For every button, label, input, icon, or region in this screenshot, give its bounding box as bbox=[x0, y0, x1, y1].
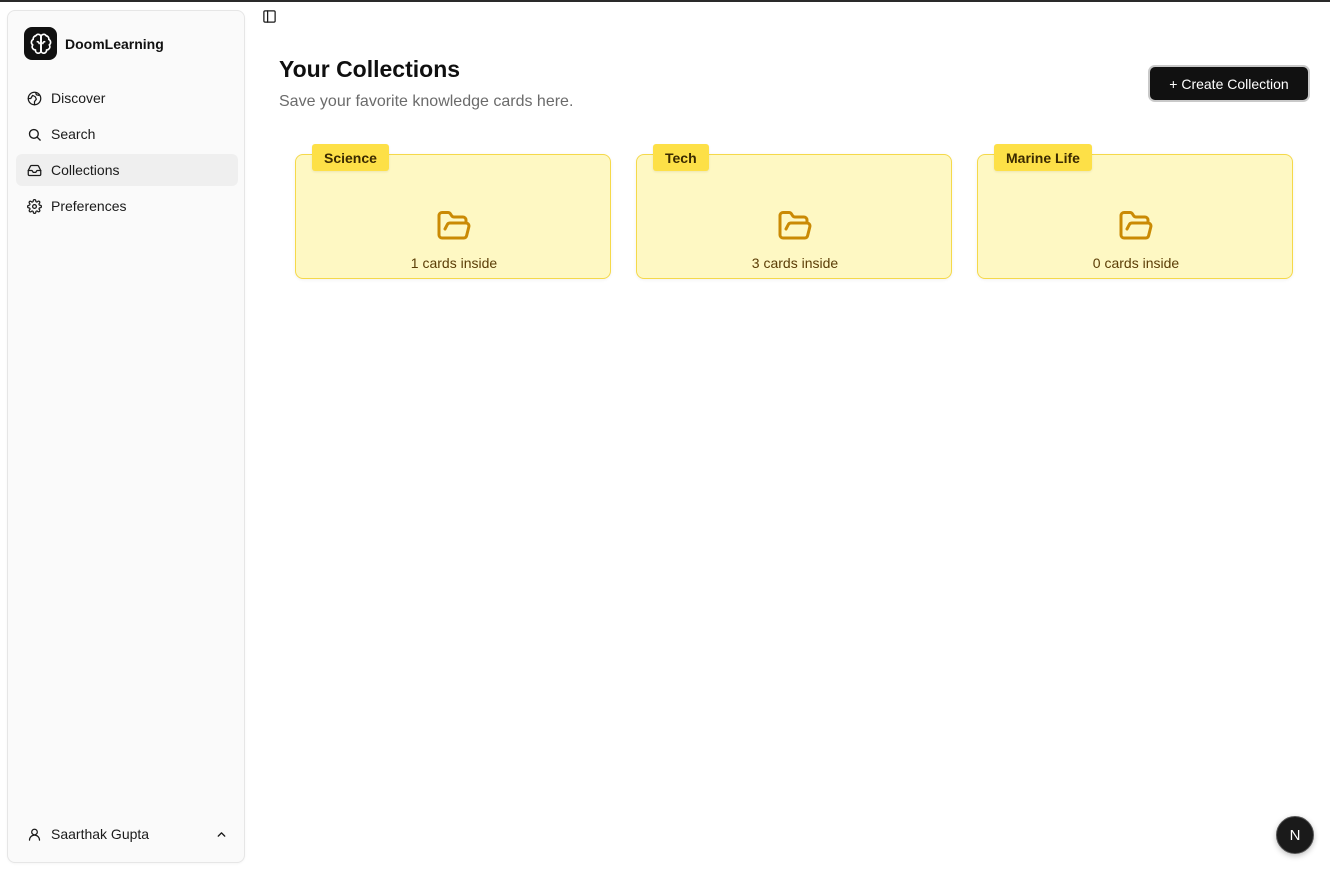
dev-tools-badge[interactable]: N bbox=[1276, 816, 1314, 854]
sidebar-item-preferences[interactable]: Preferences bbox=[16, 190, 238, 222]
window-top-border bbox=[0, 0, 1330, 2]
collection-card-body: 0 cards inside bbox=[977, 154, 1293, 279]
folder-open-icon bbox=[434, 208, 474, 244]
search-icon bbox=[26, 126, 42, 142]
globe-icon bbox=[26, 90, 42, 106]
inbox-icon bbox=[26, 162, 42, 178]
collection-card-body: 1 cards inside bbox=[295, 154, 611, 279]
collection-card-count: 3 cards inside bbox=[751, 255, 839, 271]
gear-icon bbox=[26, 198, 42, 214]
collection-card-count: 0 cards inside bbox=[1092, 255, 1180, 271]
folder-open-icon bbox=[775, 208, 815, 244]
brand[interactable]: DoomLearning bbox=[24, 27, 164, 60]
folder-open-icon bbox=[1116, 208, 1156, 244]
panel-left-icon[interactable] bbox=[261, 8, 277, 24]
user-name: Saarthak Gupta bbox=[51, 826, 150, 842]
user-icon bbox=[26, 826, 42, 842]
collection-card-tab: Tech bbox=[653, 144, 709, 171]
collection-card-marine-life[interactable]: 0 cards inside Marine Life bbox=[977, 144, 1293, 279]
sidebar-nav: Discover Search Collections Preferences bbox=[16, 82, 238, 226]
sidebar: DoomLearning Discover Search Collections… bbox=[7, 10, 245, 863]
chevron-up-icon[interactable] bbox=[215, 828, 228, 841]
sidebar-item-label: Discover bbox=[51, 90, 106, 106]
create-collection-button[interactable]: + Create Collection bbox=[1148, 65, 1310, 102]
collection-card-tech[interactable]: 3 cards inside Tech bbox=[636, 144, 952, 279]
collection-card-tab: Marine Life bbox=[994, 144, 1092, 171]
sidebar-item-collections[interactable]: Collections bbox=[16, 154, 238, 186]
sidebar-item-discover[interactable]: Discover bbox=[16, 82, 238, 114]
sidebar-item-search[interactable]: Search bbox=[16, 118, 238, 150]
brain-icon bbox=[24, 27, 57, 60]
collection-card-science[interactable]: 1 cards inside Science bbox=[295, 144, 611, 279]
sidebar-item-label: Collections bbox=[51, 162, 120, 178]
sidebar-item-label: Preferences bbox=[51, 198, 127, 214]
page-subtitle: Save your favorite knowledge cards here. bbox=[279, 93, 574, 110]
user-menu[interactable]: Saarthak Gupta bbox=[16, 816, 238, 852]
collection-card-tab: Science bbox=[312, 144, 389, 171]
collection-card-count: 1 cards inside bbox=[410, 255, 498, 271]
sidebar-item-label: Search bbox=[51, 126, 96, 142]
page-title: Your Collections bbox=[279, 56, 461, 82]
brand-name: DoomLearning bbox=[65, 35, 164, 52]
collections-grid: 1 cards inside Science 3 cards inside Te… bbox=[295, 144, 1293, 279]
collection-card-body: 3 cards inside bbox=[636, 154, 952, 279]
